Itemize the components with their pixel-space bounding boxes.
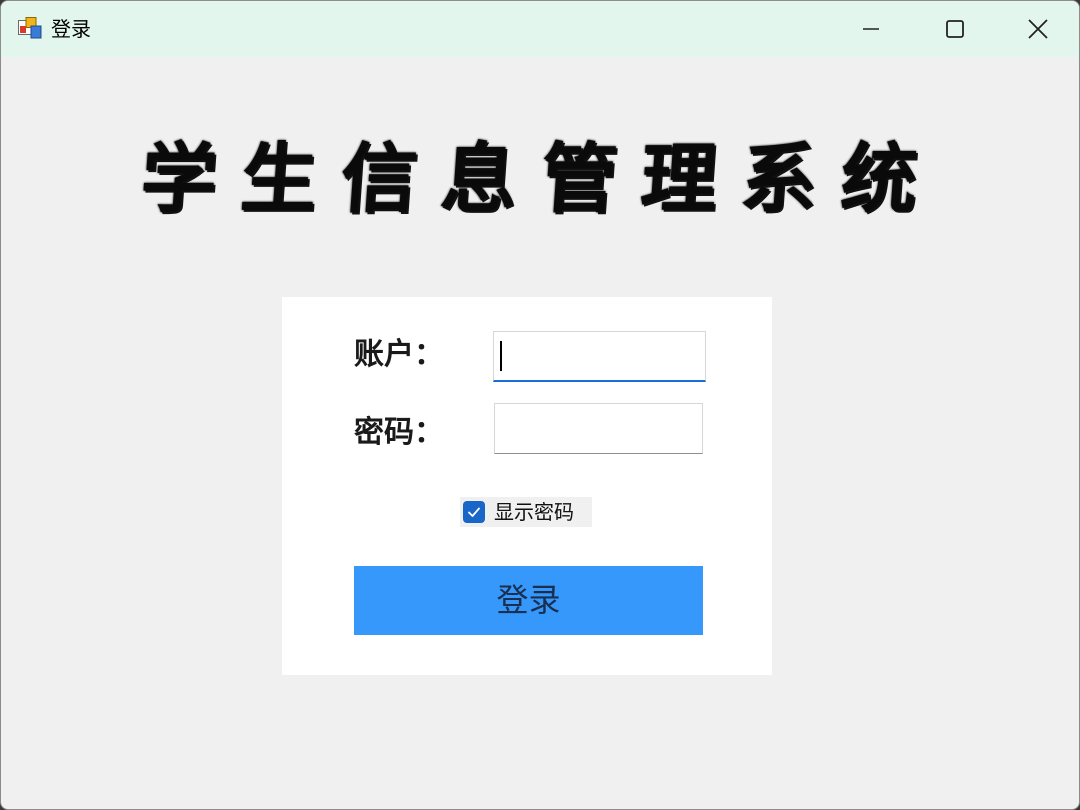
close-button[interactable]: [996, 1, 1079, 57]
login-button[interactable]: 登录: [354, 566, 703, 635]
text-caret: [500, 341, 502, 371]
app-window-icon: [18, 17, 42, 39]
title-bar[interactable]: 登录: [1, 1, 1079, 57]
checkmark-icon: [468, 507, 480, 517]
account-input[interactable]: [493, 331, 706, 382]
system-title: 学生信息管理系统: [137, 134, 945, 223]
minimize-icon: [863, 28, 879, 30]
maximize-icon: [946, 20, 964, 38]
password-input[interactable]: [494, 403, 703, 454]
maximize-button[interactable]: [913, 1, 997, 57]
minimize-button[interactable]: [829, 1, 913, 57]
login-window: 登录 学生信息管理系统 账户： 密码： 显示密码 登录: [0, 0, 1080, 810]
password-label: 密码：: [354, 415, 444, 450]
close-icon: [1028, 19, 1048, 39]
login-panel: 账户： 密码： 显示密码 登录: [282, 297, 772, 675]
checkbox-box[interactable]: [463, 501, 485, 523]
account-label: 账户：: [354, 337, 444, 372]
show-password-checkbox[interactable]: 显示密码: [460, 497, 592, 527]
show-password-label: 显示密码: [494, 500, 574, 524]
window-title: 登录: [51, 17, 91, 41]
